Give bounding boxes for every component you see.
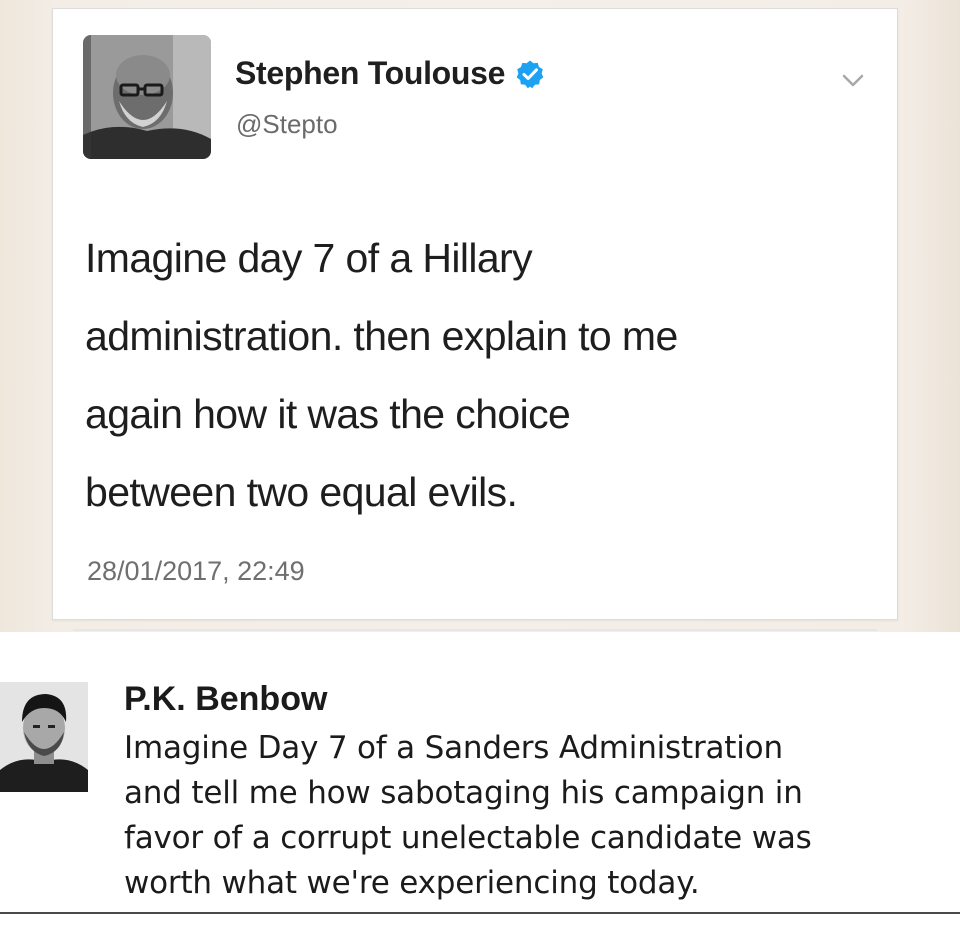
comment-text-line: Imagine Day 7 of a Sanders Administratio… bbox=[124, 730, 783, 766]
tweet-card: Stephen Toulouse @Stepto Imagine day 7 o… bbox=[52, 8, 898, 631]
comment-text-line: worth what we're experiencing today. bbox=[124, 865, 700, 901]
divider bbox=[73, 629, 877, 631]
tweet-text-line: Imagine day 7 of a Hillary bbox=[85, 235, 533, 281]
verified-badge-icon bbox=[515, 59, 545, 89]
comment-text: Imagine Day 7 of a Sanders Administratio… bbox=[124, 726, 944, 906]
comment-text-line: and tell me how sabotaging his campaign … bbox=[124, 775, 803, 811]
avatar[interactable] bbox=[83, 35, 211, 159]
photo-background: Stephen Toulouse @Stepto Imagine day 7 o… bbox=[0, 0, 960, 632]
divider bbox=[0, 912, 960, 914]
tweet-text-line: again how it was the choice bbox=[85, 391, 571, 437]
comment-text-line: favor of a corrupt unelectable candidate… bbox=[124, 820, 812, 856]
tweet-timestamp[interactable]: 28/01/2017, 22:49 bbox=[87, 556, 305, 587]
tweet-text-line: between two equal evils. bbox=[85, 469, 518, 515]
avatar[interactable] bbox=[0, 682, 88, 792]
tweet-text-line: administration. then explain to me bbox=[85, 313, 678, 359]
reply-comment: P.K. Benbow Imagine Day 7 of a Sanders A… bbox=[0, 632, 960, 944]
chevron-down-icon[interactable] bbox=[839, 67, 867, 95]
tweet-text: Imagine day 7 of a Hillary administratio… bbox=[85, 219, 875, 531]
author-name[interactable]: Stephen Toulouse bbox=[235, 55, 505, 92]
commenter-name[interactable]: P.K. Benbow bbox=[124, 680, 327, 719]
author-row: Stephen Toulouse bbox=[235, 55, 545, 92]
author-handle[interactable]: @Stepto bbox=[236, 109, 338, 140]
